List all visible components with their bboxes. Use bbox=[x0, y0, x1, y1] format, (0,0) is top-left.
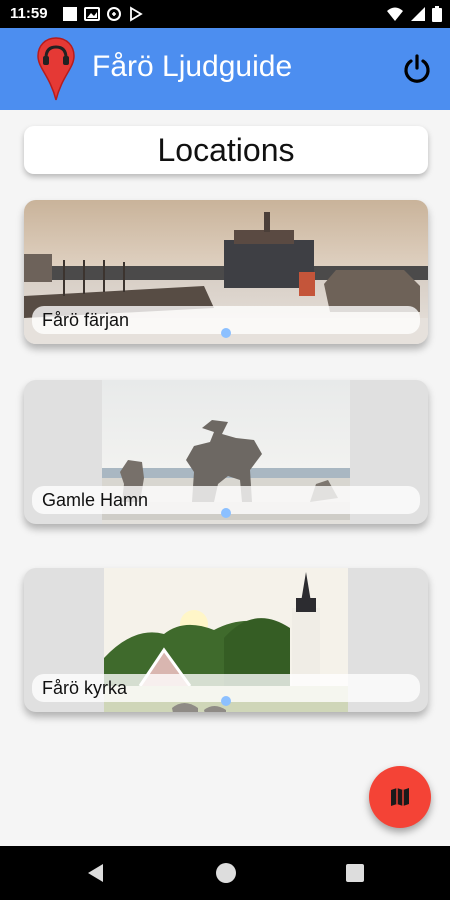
page-indicator-dot bbox=[221, 696, 231, 706]
signal-icon bbox=[411, 7, 425, 21]
battery-icon bbox=[432, 6, 442, 22]
location-card-faro-farjan[interactable]: Fårö färjan bbox=[24, 200, 428, 344]
locations-header: Locations bbox=[24, 126, 428, 174]
system-nav-bar bbox=[0, 846, 450, 900]
status-system-icons bbox=[386, 6, 442, 22]
wifi-icon bbox=[387, 7, 403, 21]
status-notification-icons bbox=[62, 6, 144, 22]
data-saver-icon bbox=[107, 7, 121, 21]
status-bar: 11:59 bbox=[0, 0, 450, 28]
app-bar: Fårö Ljudguide bbox=[0, 28, 450, 110]
location-card-gamle-hamn[interactable]: Gamle Hamn bbox=[24, 380, 428, 524]
map-fab-button[interactable] bbox=[369, 766, 431, 828]
map-icon bbox=[391, 788, 409, 806]
app-title: Fårö Ljudguide bbox=[92, 50, 293, 83]
home-icon[interactable] bbox=[216, 863, 236, 883]
location-card-faro-kyrka[interactable]: Fårö kyrka bbox=[24, 568, 428, 712]
page-indicator-dot bbox=[221, 328, 231, 338]
app-logo-pin-icon bbox=[37, 37, 75, 101]
photo-icon bbox=[84, 7, 100, 21]
locations-title: Locations bbox=[157, 131, 295, 168]
status-time: 11:59 bbox=[10, 5, 48, 22]
notification-square-icon bbox=[63, 7, 77, 21]
page-indicator-dot bbox=[221, 508, 231, 518]
back-icon[interactable] bbox=[86, 863, 104, 883]
power-icon[interactable] bbox=[402, 54, 432, 84]
recents-icon[interactable] bbox=[346, 864, 364, 882]
play-store-icon bbox=[130, 6, 143, 22]
